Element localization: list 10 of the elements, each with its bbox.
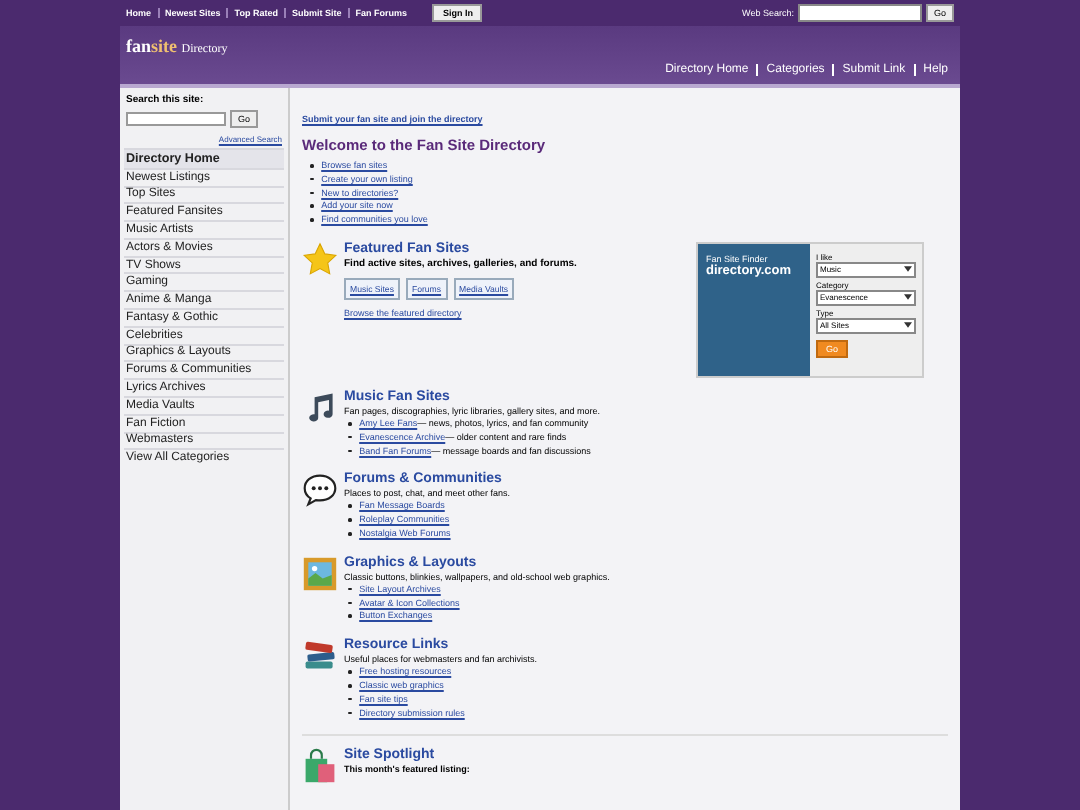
- star-icon: [302, 241, 338, 278]
- site-search-field[interactable]: [126, 112, 226, 126]
- caret-icon: [904, 322, 912, 329]
- caret-icon: [904, 266, 912, 273]
- caret-icon: [904, 294, 912, 301]
- web-search-field[interactable]: [797, 4, 922, 22]
- speech-bubble-icon: [302, 472, 338, 509]
- books-icon: [302, 638, 338, 675]
- picture-icon: [302, 555, 338, 592]
- shopping-bag-icon: [302, 748, 338, 785]
